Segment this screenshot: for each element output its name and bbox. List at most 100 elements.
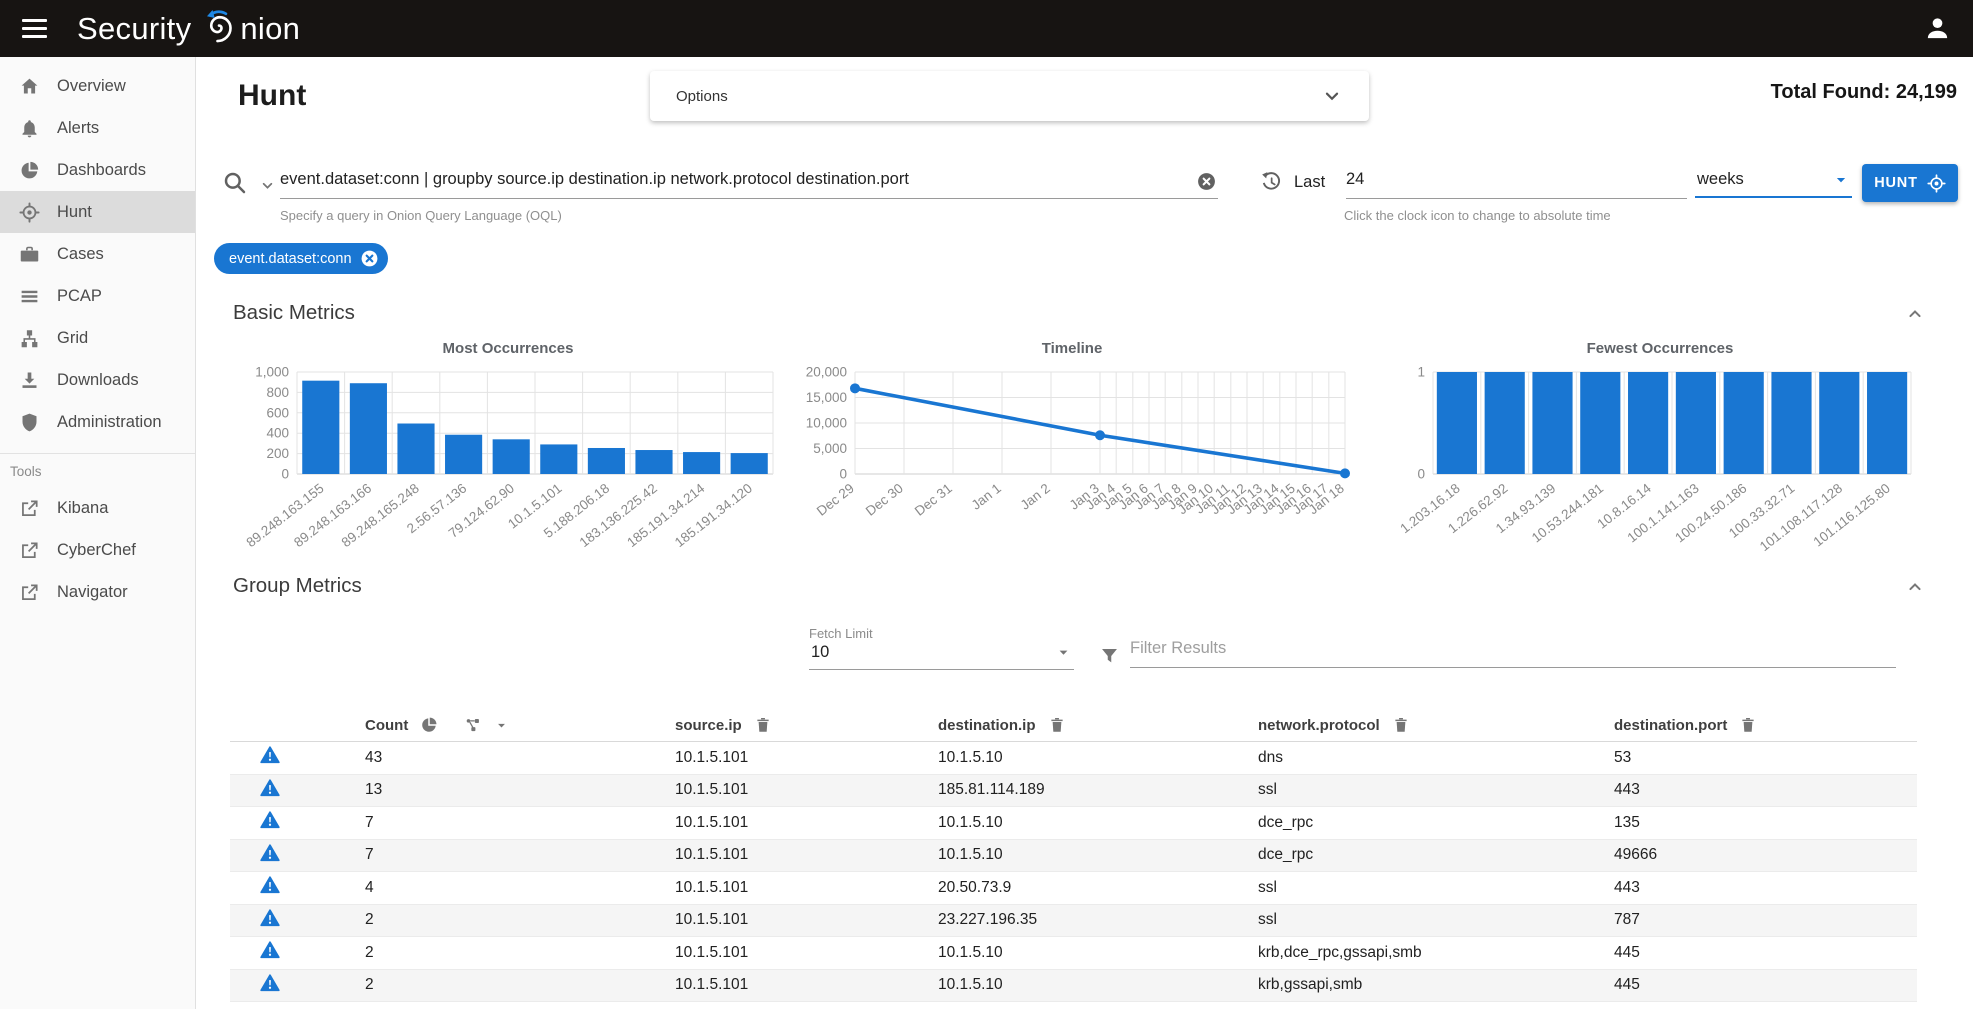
cell-source-ip[interactable]: 10.1.5.101 xyxy=(675,911,938,929)
bar[interactable] xyxy=(302,381,339,474)
cell-destination-ip[interactable]: 20.50.73.9 xyxy=(938,879,1258,897)
pie-chart-icon[interactable] xyxy=(420,716,438,734)
bar[interactable] xyxy=(1867,372,1907,474)
bar[interactable] xyxy=(1580,372,1620,474)
sidebar-item-kibana[interactable]: Kibana xyxy=(0,487,195,529)
cell-count[interactable]: 13 xyxy=(365,781,675,799)
cell-destination-port[interactable]: 787 xyxy=(1614,911,1917,929)
bar[interactable] xyxy=(588,448,625,474)
cell-count[interactable]: 2 xyxy=(365,911,675,929)
sidebar-item-overview[interactable]: Overview xyxy=(0,65,195,107)
warning-triangle-icon[interactable] xyxy=(260,973,280,993)
cell-source-ip[interactable]: 10.1.5.101 xyxy=(675,781,938,799)
cell-destination-port[interactable]: 445 xyxy=(1614,976,1917,994)
bar[interactable] xyxy=(445,435,482,474)
data-point[interactable] xyxy=(1340,468,1350,478)
cell-network-protocol[interactable]: dce_rpc xyxy=(1258,814,1614,832)
cell-count[interactable]: 7 xyxy=(365,846,675,864)
cell-destination-ip[interactable]: 10.1.5.10 xyxy=(938,944,1258,962)
warning-triangle-icon[interactable] xyxy=(260,843,280,863)
cell-count[interactable]: 43 xyxy=(365,749,675,767)
trash-icon[interactable] xyxy=(1739,716,1757,734)
bar[interactable] xyxy=(683,452,720,474)
filter-results-input[interactable] xyxy=(1130,631,1896,668)
bar[interactable] xyxy=(1532,372,1572,474)
warning-triangle-icon[interactable] xyxy=(260,875,280,895)
cell-destination-ip[interactable]: 10.1.5.10 xyxy=(938,846,1258,864)
cell-source-ip[interactable]: 10.1.5.101 xyxy=(675,846,938,864)
column-header-network-protocol[interactable]: network.protocol xyxy=(1258,717,1380,734)
column-header-source-ip[interactable]: source.ip xyxy=(675,717,742,734)
sidebar-item-pcap[interactable]: PCAP xyxy=(0,275,195,317)
options-panel[interactable]: Options xyxy=(650,71,1369,121)
cell-count[interactable]: 2 xyxy=(365,976,675,994)
cell-destination-port[interactable]: 135 xyxy=(1614,814,1917,832)
warning-triangle-icon[interactable] xyxy=(260,810,280,830)
trash-icon[interactable] xyxy=(1048,716,1066,734)
cell-destination-port[interactable]: 49666 xyxy=(1614,846,1917,864)
bar[interactable] xyxy=(1724,372,1764,474)
sidebar-item-navigator[interactable]: Navigator xyxy=(0,571,195,613)
column-header-destination-ip[interactable]: destination.ip xyxy=(938,717,1036,734)
column-header-count[interactable]: Count xyxy=(365,717,408,734)
bar[interactable] xyxy=(1819,372,1859,474)
cell-source-ip[interactable]: 10.1.5.101 xyxy=(675,814,938,832)
cell-source-ip[interactable]: 10.1.5.101 xyxy=(675,944,938,962)
cell-network-protocol[interactable]: ssl xyxy=(1258,911,1614,929)
sidebar-item-alerts[interactable]: Alerts xyxy=(0,107,195,149)
chip-close-icon[interactable] xyxy=(360,249,379,268)
bar[interactable] xyxy=(493,439,530,474)
caret-down-icon[interactable] xyxy=(494,718,509,733)
history-clock-icon[interactable] xyxy=(1259,170,1282,193)
bar[interactable] xyxy=(1771,372,1811,474)
bar[interactable] xyxy=(350,383,387,474)
filter-chip[interactable]: event.dataset:conn xyxy=(214,243,388,274)
cell-network-protocol[interactable]: ssl xyxy=(1258,781,1614,799)
sidebar-item-cases[interactable]: Cases xyxy=(0,233,195,275)
query-input[interactable] xyxy=(280,162,1218,199)
warning-triangle-icon[interactable] xyxy=(260,745,280,765)
cell-destination-ip[interactable]: 10.1.5.10 xyxy=(938,749,1258,767)
sidebar-item-downloads[interactable]: Downloads xyxy=(0,359,195,401)
cell-network-protocol[interactable]: dns xyxy=(1258,749,1614,767)
caret-down-icon[interactable] xyxy=(1055,644,1072,661)
cell-destination-port[interactable]: 445 xyxy=(1614,944,1917,962)
cell-network-protocol[interactable]: dce_rpc xyxy=(1258,846,1614,864)
cell-count[interactable]: 7 xyxy=(365,814,675,832)
cell-source-ip[interactable]: 10.1.5.101 xyxy=(675,749,938,767)
group-metrics-collapse-icon[interactable] xyxy=(1905,577,1925,597)
cell-network-protocol[interactable]: krb,gssapi,smb xyxy=(1258,976,1614,994)
units-select[interactable]: weeks xyxy=(1695,162,1852,198)
fetch-limit-select[interactable]: 10 xyxy=(809,643,1074,670)
bar[interactable] xyxy=(1437,372,1477,474)
warning-triangle-icon[interactable] xyxy=(260,908,280,928)
bar[interactable] xyxy=(1628,372,1668,474)
caret-down-icon[interactable] xyxy=(1832,171,1850,189)
cell-source-ip[interactable]: 10.1.5.101 xyxy=(675,879,938,897)
data-point[interactable] xyxy=(850,383,860,393)
trash-icon[interactable] xyxy=(754,716,772,734)
sidebar-item-cyberchef[interactable]: CyberChef xyxy=(0,529,195,571)
sidebar-item-dashboards[interactable]: Dashboards xyxy=(0,149,195,191)
cell-destination-ip[interactable]: 185.81.114.189 xyxy=(938,781,1258,799)
hunt-button[interactable]: HUNT xyxy=(1862,164,1958,202)
bar[interactable] xyxy=(1676,372,1716,474)
cell-destination-port[interactable]: 443 xyxy=(1614,781,1917,799)
bar[interactable] xyxy=(397,424,434,474)
sidebar-item-hunt[interactable]: Hunt xyxy=(0,191,195,233)
data-point[interactable] xyxy=(1095,430,1105,440)
warning-triangle-icon[interactable] xyxy=(260,778,280,798)
basic-metrics-collapse-icon[interactable] xyxy=(1905,304,1925,324)
user-icon[interactable] xyxy=(1924,15,1951,42)
bar[interactable] xyxy=(540,444,577,474)
cell-destination-port[interactable]: 53 xyxy=(1614,749,1917,767)
sidebar-item-administration[interactable]: Administration xyxy=(0,401,195,443)
bar[interactable] xyxy=(1485,372,1525,474)
cell-destination-ip[interactable]: 10.1.5.10 xyxy=(938,976,1258,994)
clear-query-icon[interactable] xyxy=(1196,171,1217,192)
duration-input[interactable] xyxy=(1346,162,1687,199)
bar[interactable] xyxy=(635,450,672,474)
cell-network-protocol[interactable]: krb,dce_rpc,gssapi,smb xyxy=(1258,944,1614,962)
chevron-down-icon[interactable] xyxy=(1321,85,1343,107)
cell-count[interactable]: 4 xyxy=(365,879,675,897)
